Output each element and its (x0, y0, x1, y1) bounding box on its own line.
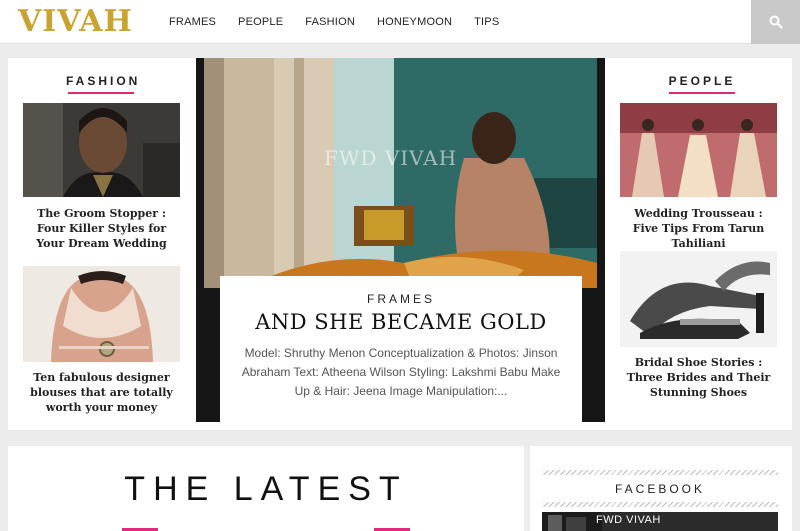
nav-tips[interactable]: TIPS (474, 16, 499, 28)
wedding-trousseau-title[interactable]: Wedding Trousseau : Five Tips From Tarun… (620, 206, 777, 251)
facebook-heading: FACEBOOK (614, 482, 706, 496)
search-button[interactable] (751, 0, 800, 44)
groom-stopper-image[interactable] (23, 103, 180, 197)
nav-people[interactable]: PEOPLE (238, 16, 283, 28)
bridal-shoe-title[interactable]: Bridal Shoe Stories : Three Brides and T… (620, 355, 777, 400)
wedding-trousseau-image[interactable] (620, 103, 777, 197)
nav-frames[interactable]: FRAMES (169, 16, 216, 28)
heading-underline (669, 92, 735, 94)
image-watermark: FWD VIVAH (324, 146, 458, 170)
facebook-page-name[interactable]: FWD VIVAH (596, 514, 661, 526)
featured-title[interactable]: AND SHE BECAME GOLD (220, 310, 582, 334)
latest-heading: THE LATEST (124, 470, 408, 508)
hatch-divider (542, 470, 778, 475)
featured-caption-box: FRAMES AND SHE BECAME GOLD Model: Shruth… (220, 276, 582, 422)
featured-category[interactable]: FRAMES (220, 292, 582, 306)
main-nav: FRAMES PEOPLE FASHION HONEYMOON TIPS (158, 0, 510, 44)
featured-story[interactable]: FWD VIVAH FRAMES AND SHE BECAME GOLD Mod… (196, 58, 605, 422)
featured-image[interactable]: FWD VIVAH (204, 58, 597, 288)
nav-fashion[interactable]: FASHION (305, 16, 355, 28)
designer-blouse-title[interactable]: Ten fabulous designer blouses that are t… (23, 370, 180, 415)
site-header: VIVAH FRAMES PEOPLE FASHION HONEYMOON TI… (0, 0, 800, 44)
people-heading[interactable]: PEOPLE (664, 74, 740, 94)
bridal-shoe-image[interactable] (620, 251, 777, 347)
search-icon (769, 15, 783, 29)
designer-blouse-image[interactable] (23, 266, 180, 362)
fashion-heading[interactable]: FASHION (66, 74, 137, 94)
site-logo[interactable]: VIVAH (18, 6, 133, 38)
facebook-cover-thumb (542, 512, 602, 531)
featured-excerpt: Model: Shruthy Menon Conceptualization &… (241, 346, 561, 398)
heading-underline (68, 92, 134, 94)
groom-stopper-title[interactable]: The Groom Stopper : Four Killer Styles f… (23, 206, 180, 251)
featured-section: FASHION The Groom Stopper : Four Killer … (8, 58, 792, 430)
nav-honeymoon[interactable]: HONEYMOON (377, 16, 452, 28)
hatch-divider (542, 502, 778, 507)
facebook-page-plugin[interactable]: FWD VIVAH (542, 512, 778, 531)
facebook-widget: FACEBOOK FWD VIVAH (530, 446, 792, 531)
latest-section: THE LATEST (8, 446, 524, 531)
